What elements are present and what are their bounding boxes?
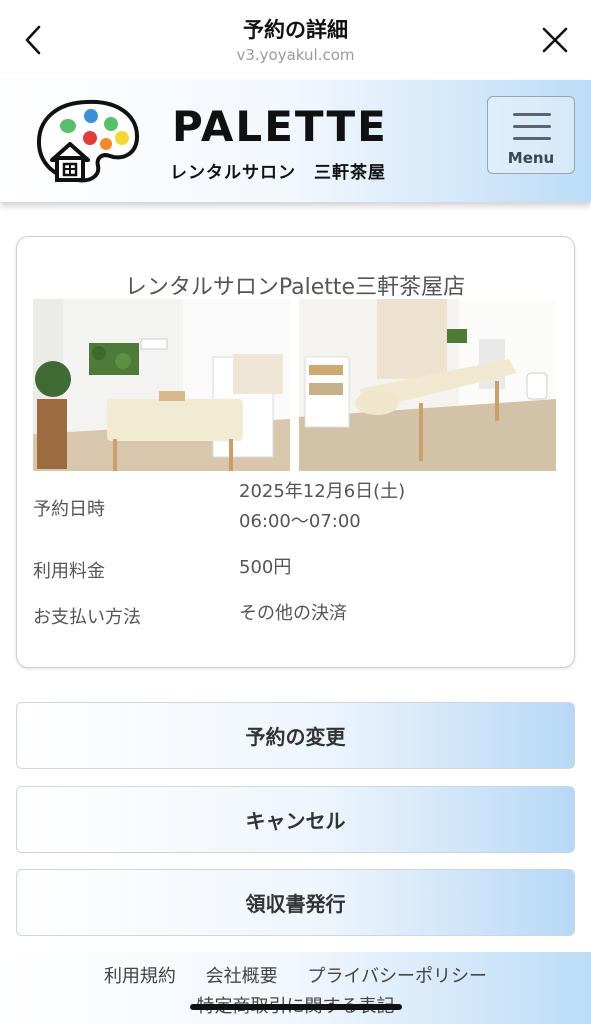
brand-subtitle: レンタルサロン 三軒茶屋 — [170, 163, 386, 183]
salon-photo-1 — [33, 299, 290, 471]
privacy-link[interactable]: プライバシーポリシー — [307, 966, 487, 987]
brand-title: PALETTE — [172, 102, 388, 151]
reservation-card: レンタルサロンPalette三軒茶屋店 予約日時 2025年12月6日(土) 0… — [16, 236, 575, 668]
reservation-time-value: 06:00～07:00 — [239, 511, 361, 532]
issue-receipt-button[interactable]: 領収書発行 — [16, 869, 575, 936]
hamburger-icon — [513, 113, 551, 116]
payment-method-value: その他の決済 — [239, 603, 347, 624]
fee-label: 利用料金 — [33, 561, 105, 582]
salon-photo-2 — [299, 299, 556, 471]
home-indicator — [190, 1004, 402, 1010]
hamburger-icon-bar — [513, 137, 551, 140]
palette-logo-icon — [36, 99, 140, 183]
palette-logo[interactable] — [36, 98, 140, 188]
browser-top-bar: 予約の詳細 v3.yoyakul.com — [0, 0, 591, 80]
footer-links: 利用規約 会社概要 プライバシーポリシー — [0, 962, 591, 988]
hamburger-icon-bar — [513, 125, 551, 128]
reservation-date-value: 2025年12月6日(土) — [239, 481, 406, 502]
site-footer: 利用規約 会社概要 プライバシーポリシー 特定商取引に関する表記 — [0, 952, 591, 1024]
page-title: 予約の詳細 — [243, 18, 348, 42]
menu-button[interactable]: Menu — [487, 96, 575, 174]
close-button[interactable] — [537, 20, 573, 60]
terms-link[interactable]: 利用規約 — [104, 966, 176, 987]
company-link[interactable]: 会社概要 — [206, 966, 278, 987]
store-name: レンタルサロンPalette三軒茶屋店 — [124, 275, 466, 300]
menu-label: Menu — [507, 149, 555, 167]
change-reservation-button[interactable]: 予約の変更 — [16, 702, 575, 769]
close-icon — [542, 27, 568, 53]
payment-method-label: お支払い方法 — [33, 607, 141, 628]
reservation-datetime-label: 予約日時 — [33, 499, 105, 520]
site-header: PALETTE レンタルサロン 三軒茶屋 Menu — [0, 80, 591, 202]
page-url: v3.yoyakul.com — [236, 46, 355, 64]
cancel-reservation-button[interactable]: キャンセル — [16, 786, 575, 853]
fee-value: 500円 — [239, 557, 292, 578]
